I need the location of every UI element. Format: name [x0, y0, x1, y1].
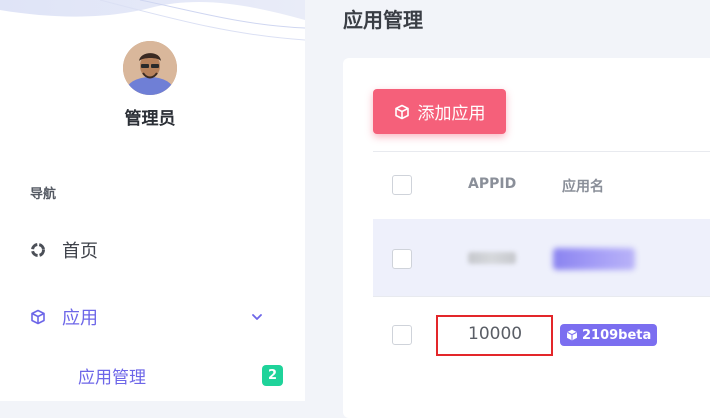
table-divider	[373, 151, 710, 152]
version-badge-label: 2109beta	[582, 327, 652, 343]
sidebar-subitem-label: 应用管理	[78, 367, 146, 388]
sidebar-item-label: 应用	[62, 308, 98, 329]
sidebar-item-home[interactable]: 首页	[30, 230, 280, 270]
redacted-app-name	[553, 248, 635, 270]
sidebar-subitem-app-management[interactable]: 应用管理 2	[78, 362, 283, 388]
select-all-checkbox[interactable]	[392, 175, 412, 195]
table-row-divider	[373, 296, 710, 297]
count-badge: 2	[262, 364, 283, 386]
column-header-app-name: 应用名	[562, 179, 604, 195]
sidebar: 管理员 导航 首页 应用 应用管理 2	[0, 0, 305, 401]
pie-chart-icon	[30, 240, 62, 260]
add-app-button[interactable]: 添加应用	[373, 89, 506, 134]
nav-heading: 导航	[30, 187, 57, 202]
table-row[interactable]	[373, 219, 710, 296]
cube-icon	[30, 307, 62, 327]
redacted-appid	[468, 252, 516, 264]
row-checkbox[interactable]	[392, 249, 412, 269]
admin-name: 管理员	[124, 109, 176, 129]
avatar[interactable]	[123, 41, 177, 95]
row-checkbox[interactable]	[392, 325, 412, 345]
column-header-appid: APPID	[468, 176, 517, 192]
sidebar-item-apps[interactable]: 应用	[30, 297, 280, 337]
chevron-down-icon	[250, 309, 264, 328]
sidebar-item-label: 首页	[62, 241, 98, 262]
cube-icon	[567, 329, 577, 341]
page-title: 应用管理	[343, 8, 423, 32]
version-badge[interactable]: 2109beta	[560, 324, 658, 346]
highlight-annotation-box	[436, 315, 553, 356]
add-app-button-label: 添加应用	[417, 104, 486, 124]
avatar-image	[123, 41, 177, 95]
cube-icon	[394, 104, 409, 119]
